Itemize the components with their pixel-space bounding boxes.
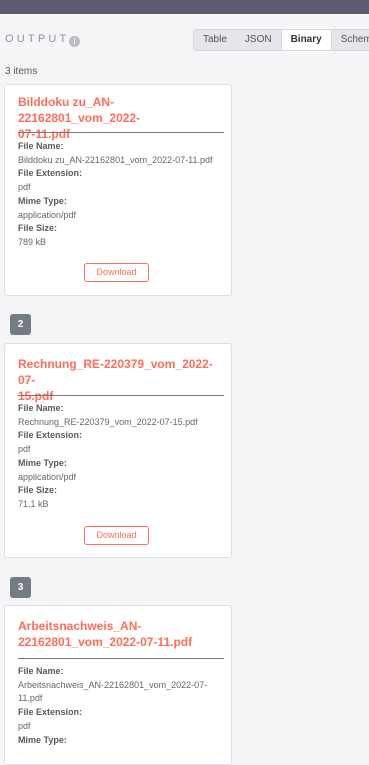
tab-binary[interactable]: Binary <box>280 30 332 50</box>
tab-schema[interactable]: Schema <box>332 30 369 50</box>
file-name-value: Bilddoku zu_AN-22162801_vom_2022-07-11.p… <box>18 154 213 165</box>
binary-item-card: Arbeitsnachweis_AN- 22162801_vom_2022-07… <box>4 605 232 765</box>
items-count: 3 items <box>5 66 38 77</box>
file-name-label: File Name: <box>18 141 64 151</box>
file-name-label: File Name: <box>18 666 64 676</box>
divider <box>18 132 224 133</box>
file-size-label: File Size: <box>18 223 58 234</box>
file-extension-label: File Extension: <box>18 168 83 179</box>
top-bar <box>0 0 369 14</box>
file-title: Rechnung_RE-220379_vom_2022-07- 15.pdf <box>18 356 223 404</box>
file-size-value: 71.1 kB <box>18 498 49 509</box>
mime-type-label: Mime Type: <box>18 457 67 468</box>
view-tabs: Table JSON Binary Schema <box>193 29 369 51</box>
file-details: File Name: Rechnung_RE-220379_vom_2022-0… <box>18 402 228 512</box>
file-title-line: Arbeitsnachweis_AN- <box>18 619 142 633</box>
file-name-value: 11.pdf <box>18 693 43 704</box>
file-size-value: 789 kB <box>18 236 47 247</box>
divider <box>18 658 224 659</box>
file-details: File Name: Arbeitsnachweis_AN-22162801_v… <box>18 665 228 747</box>
file-title: Arbeitsnachweis_AN- 22162801_vom_2022-07… <box>18 618 223 650</box>
file-extension-value: pdf <box>18 182 31 193</box>
download-button[interactable]: Download <box>84 263 149 282</box>
file-name-value: Arbeitsnachweis_AN-22162801_vom_2022-07- <box>18 679 208 690</box>
divider <box>18 395 224 396</box>
info-icon[interactable]: i <box>69 36 80 47</box>
file-name-label: File Name: <box>18 403 64 413</box>
tab-json[interactable]: JSON <box>236 30 281 50</box>
item-index-badge: 2 <box>10 314 31 335</box>
mime-type-value: application/pdf <box>18 471 77 482</box>
tab-table[interactable]: Table <box>194 30 236 50</box>
mime-type-value: application/pdf <box>18 209 77 220</box>
output-heading: OUTPUT <box>5 33 70 45</box>
mime-type-label: Mime Type: <box>18 734 67 745</box>
file-title-line: Rechnung_RE-220379_vom_2022-07- <box>18 357 213 387</box>
item-index-badge: 3 <box>10 577 31 598</box>
file-details: File Name: Bilddoku zu_AN-22162801_vom_2… <box>18 140 228 250</box>
file-extension-label: File Extension: <box>18 430 83 441</box>
file-extension-value: pdf <box>18 720 31 731</box>
file-size-label: File Size: <box>18 485 58 496</box>
download-button[interactable]: Download <box>84 526 149 545</box>
binary-item-card: Rechnung_RE-220379_vom_2022-07- 15.pdf F… <box>4 343 232 558</box>
file-title: Bilddoku zu_AN-22162801_vom_2022- 07-11.… <box>18 94 223 142</box>
file-extension-value: pdf <box>18 444 31 455</box>
binary-item-card: Bilddoku zu_AN-22162801_vom_2022- 07-11.… <box>4 84 232 296</box>
file-name-value: Rechnung_RE-220379_vom_2022-07-15.pdf <box>18 416 198 427</box>
file-title-line: Bilddoku zu_AN-22162801_vom_2022- <box>18 95 141 125</box>
mime-type-label: Mime Type: <box>18 195 67 206</box>
file-title-line: 22162801_vom_2022-07-11.pdf <box>18 635 193 649</box>
file-extension-label: File Extension: <box>18 707 83 718</box>
